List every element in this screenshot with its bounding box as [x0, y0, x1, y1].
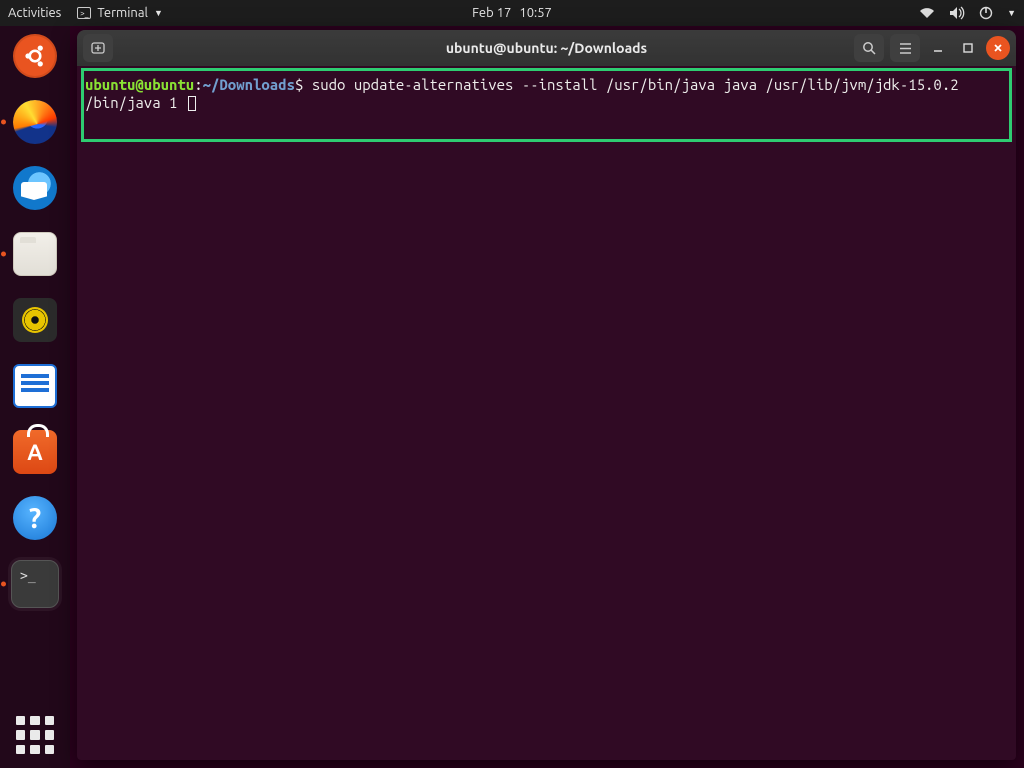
top-panel: Activities >_ Terminal ▼ Feb 17 10:57 ▼: [0, 0, 1024, 26]
dock-item-rhythmbox[interactable]: [11, 296, 59, 344]
software-store-icon: A: [13, 430, 57, 474]
wifi-icon[interactable]: [919, 7, 935, 19]
search-button[interactable]: [854, 34, 884, 62]
ubuntu-logo-icon: [13, 34, 57, 78]
chevron-down-icon: ▼: [154, 8, 163, 18]
help-icon: ?: [13, 496, 57, 540]
clock-date: Feb 17: [472, 6, 511, 20]
dock-item-software[interactable]: A: [11, 428, 59, 476]
maximize-icon: [962, 42, 974, 54]
dock: A ? >_: [0, 26, 70, 768]
app-menu-label: Terminal: [97, 6, 148, 20]
show-applications-button[interactable]: [16, 716, 54, 754]
terminal-body[interactable]: ubuntu@ubuntu:~/Downloads$ sudo update-a…: [77, 66, 1016, 760]
volume-icon[interactable]: [949, 6, 965, 20]
clock[interactable]: Feb 17 10:57: [472, 6, 552, 20]
close-icon: [992, 42, 1004, 54]
new-tab-button[interactable]: [83, 34, 113, 62]
activities-button[interactable]: Activities: [8, 6, 61, 20]
terminal-cursor: [188, 96, 196, 111]
command-text-line2: /bin/java 1: [85, 94, 186, 111]
prompt-user-host: ubuntu@ubuntu: [85, 76, 194, 93]
minimize-icon: [932, 42, 944, 54]
system-menu-chevron-icon[interactable]: ▼: [1007, 8, 1016, 18]
thunderbird-icon: [13, 166, 57, 210]
terminal-glyph-icon: >_: [77, 7, 91, 19]
files-icon: [13, 232, 57, 276]
window-title: ubuntu@ubuntu: ~/Downloads: [446, 40, 647, 56]
prompt-suffix: $: [295, 76, 312, 93]
hamburger-icon: [898, 41, 913, 56]
desktop: A ? >_ ubuntu@ubuntu: ~/Downloads: [0, 26, 1024, 768]
dock-item-terminal[interactable]: >_: [11, 560, 59, 608]
app-menu[interactable]: >_ Terminal ▼: [77, 6, 163, 20]
clock-time: 10:57: [519, 6, 552, 20]
dock-item-help[interactable]: ?: [11, 494, 59, 542]
terminal-window: ubuntu@ubuntu: ~/Downloads: [77, 30, 1016, 760]
firefox-icon: [13, 100, 57, 144]
terminal-app-icon: >_: [11, 560, 59, 608]
dock-item-thunderbird[interactable]: [11, 164, 59, 212]
minimize-button[interactable]: [926, 36, 950, 60]
dock-ubuntu-logo[interactable]: [11, 32, 59, 80]
prompt-sep: :: [194, 76, 202, 93]
terminal-text: ubuntu@ubuntu:~/Downloads$ sudo update-a…: [81, 70, 1012, 118]
dock-item-firefox[interactable]: [11, 98, 59, 146]
dock-item-files[interactable]: [11, 230, 59, 278]
writer-icon: [13, 364, 57, 408]
rhythmbox-icon: [13, 298, 57, 342]
command-text-line1: sudo update-alternatives --install /usr/…: [312, 76, 959, 93]
search-icon: [862, 41, 877, 56]
power-icon[interactable]: [979, 6, 993, 20]
hamburger-menu-button[interactable]: [890, 34, 920, 62]
maximize-button[interactable]: [956, 36, 980, 60]
titlebar[interactable]: ubuntu@ubuntu: ~/Downloads: [77, 30, 1016, 66]
prompt-cwd: ~/Downloads: [203, 76, 295, 93]
dock-item-libreoffice-writer[interactable]: [11, 362, 59, 410]
close-button[interactable]: [986, 36, 1010, 60]
